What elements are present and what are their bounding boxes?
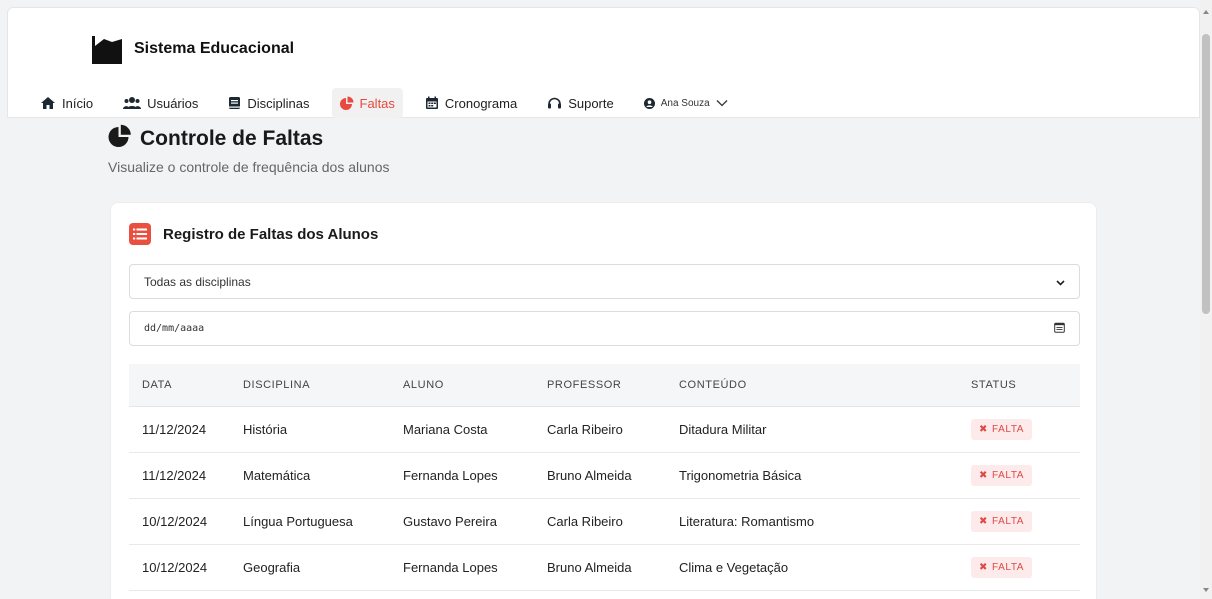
nav-item-cronograma[interactable]: Cronograma xyxy=(417,88,525,118)
close-icon: ✖ xyxy=(979,516,988,527)
absence-records-card: Registro de Faltas dos Alunos Todas as d… xyxy=(110,202,1097,599)
user-circle-icon xyxy=(643,97,655,109)
page-title: Controle de Faltas xyxy=(108,124,323,154)
chevron-down-icon xyxy=(1056,275,1065,289)
cell-discipline: Matemática xyxy=(243,468,311,483)
nav-item-label: Início xyxy=(62,95,94,111)
cell-date: 11/12/2024 xyxy=(142,422,207,437)
status-badge: ✖ FALTA xyxy=(971,419,1033,440)
pie-chart-icon xyxy=(108,124,132,154)
column-header-data[interactable]: DATA xyxy=(129,379,243,391)
status-label: FALTA xyxy=(991,424,1025,435)
status-label: FALTA xyxy=(991,470,1025,481)
home-icon xyxy=(40,96,56,110)
cell-status: ✖ FALTA xyxy=(971,557,1080,578)
status-badge: ✖ FALTA xyxy=(971,465,1033,486)
cell-content: Literatura: Romantismo xyxy=(679,514,815,529)
scroll-down-arrow-icon[interactable] xyxy=(1203,588,1209,592)
cell-content: Ditadura Militar xyxy=(679,422,767,437)
table-row[interactable]: 10/12/2024 Geografia Fernanda Lopes Brun… xyxy=(129,545,1080,591)
card-header: Registro de Faltas dos Alunos xyxy=(129,223,378,245)
column-header-professor[interactable]: PROFESSOR xyxy=(547,379,679,391)
user-name: Ana Souza xyxy=(660,97,710,109)
nav-item-faltas[interactable]: Faltas xyxy=(331,88,403,118)
top-navbar: Sistema Educacional Início Usuários Disc… xyxy=(7,7,1200,118)
cell-teacher: Bruno Almeida xyxy=(547,468,632,483)
page-title-text: Controle de Faltas xyxy=(140,127,324,150)
list-icon xyxy=(129,223,151,245)
date-placeholder: dd/mm/aaaa xyxy=(144,323,205,334)
cell-content: Trigonometria Básica xyxy=(679,468,802,483)
users-icon xyxy=(123,96,142,110)
nav-item-label: Faltas xyxy=(359,95,395,111)
card-title: Registro de Faltas dos Alunos xyxy=(163,225,379,243)
user-menu[interactable]: Ana Souza xyxy=(636,88,736,118)
cell-student: Fernanda Lopes xyxy=(403,560,498,575)
status-label: FALTA xyxy=(991,516,1025,527)
nav-item-suporte[interactable]: Suporte xyxy=(539,88,622,118)
cell-status: ✖ FALTA xyxy=(971,511,1080,532)
calendar-icon[interactable] xyxy=(1054,322,1065,336)
cell-teacher: Carla Ribeiro xyxy=(547,422,623,437)
nav-item-inicio[interactable]: Início xyxy=(32,88,101,118)
column-header-disciplina[interactable]: DISCIPLINA xyxy=(243,379,403,391)
close-icon: ✖ xyxy=(979,470,988,481)
cell-date: 10/12/2024 xyxy=(142,514,208,529)
chevron-down-icon xyxy=(716,99,728,107)
cell-teacher: Carla Ribeiro xyxy=(547,514,623,529)
cell-student: Mariana Costa xyxy=(403,422,488,437)
nav-item-label: Cronograma xyxy=(444,95,518,111)
table-header-row: DATA DISCIPLINA ALUNO PROFESSOR CONTEÚDO… xyxy=(129,364,1080,407)
cell-discipline: Geografia xyxy=(243,560,301,575)
cell-status: ✖ FALTA xyxy=(971,465,1080,486)
table-row[interactable]: 10/12/2024 Língua Portuguesa Gustavo Per… xyxy=(129,499,1080,545)
cell-content: Clima e Vegetação xyxy=(679,560,789,575)
discipline-filter-select[interactable]: Todas as disciplinas xyxy=(129,264,1080,299)
page-subtitle: Visualize o controle de frequência dos a… xyxy=(108,159,390,175)
school-logo-icon xyxy=(90,32,124,66)
nav-item-disciplinas[interactable]: Disciplinas xyxy=(220,88,317,118)
close-icon: ✖ xyxy=(979,562,988,573)
cell-student: Fernanda Lopes xyxy=(403,468,498,483)
brand-name: Sistema Educacional xyxy=(134,40,295,57)
status-badge: ✖ FALTA xyxy=(971,511,1033,532)
nav-item-label: Disciplinas xyxy=(247,95,310,111)
status-badge: ✖ FALTA xyxy=(971,557,1033,578)
cell-date: 11/12/2024 xyxy=(142,468,207,483)
column-header-status[interactable]: STATUS xyxy=(971,379,1080,391)
main-nav: Início Usuários Disciplinas Faltas Crono… xyxy=(32,88,750,118)
scroll-up-arrow-icon[interactable] xyxy=(1203,10,1209,14)
cell-status: ✖ FALTA xyxy=(971,419,1080,440)
column-header-conteudo[interactable]: CONTEÚDO xyxy=(679,379,971,391)
cell-discipline: História xyxy=(243,422,288,437)
headset-icon xyxy=(547,96,562,110)
nav-item-label: Usuários xyxy=(147,95,199,111)
cell-date: 10/12/2024 xyxy=(142,560,208,575)
scrollbar-thumb[interactable] xyxy=(1202,34,1210,314)
brand[interactable]: Sistema Educacional xyxy=(90,32,294,66)
absence-table: DATA DISCIPLINA ALUNO PROFESSOR CONTEÚDO… xyxy=(129,364,1080,591)
date-filter-input[interactable]: dd/mm/aaaa xyxy=(129,311,1080,346)
calendar-icon xyxy=(425,96,439,110)
pie-chart-icon xyxy=(339,96,354,110)
nav-item-label: Suporte xyxy=(568,95,614,111)
select-value: Todas as disciplinas xyxy=(144,274,251,289)
table-row[interactable]: 11/12/2024 Matemática Fernanda Lopes Bru… xyxy=(129,453,1080,499)
book-icon xyxy=(228,96,241,110)
cell-student: Gustavo Pereira xyxy=(403,514,497,529)
page-scrollbar[interactable] xyxy=(1200,0,1212,599)
cell-discipline: Língua Portuguesa xyxy=(243,514,353,529)
nav-item-usuarios[interactable]: Usuários xyxy=(115,88,206,118)
close-icon: ✖ xyxy=(979,424,988,435)
cell-teacher: Bruno Almeida xyxy=(547,560,632,575)
column-header-aluno[interactable]: ALUNO xyxy=(403,379,547,391)
status-label: FALTA xyxy=(991,562,1025,573)
table-row[interactable]: 11/12/2024 História Mariana Costa Carla … xyxy=(129,407,1080,453)
